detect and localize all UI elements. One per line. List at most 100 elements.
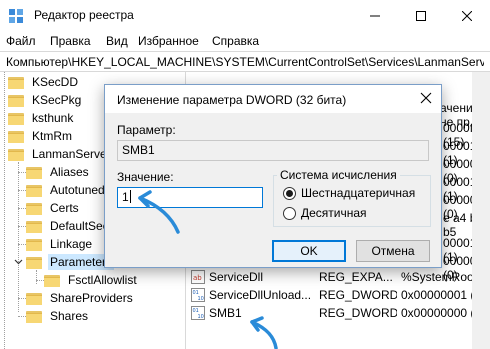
param-name-field: SMB1 bbox=[117, 140, 429, 161]
value-input-text: 1 bbox=[122, 190, 129, 204]
tree-item-shares[interactable]: Shares bbox=[26, 307, 90, 325]
folder-icon bbox=[8, 112, 24, 125]
tree-guide-line bbox=[18, 316, 26, 317]
table-row[interactable]: ab ServiceDll REG_EXPA... %SystemRoot%\ bbox=[187, 268, 490, 286]
folder-icon bbox=[26, 310, 42, 323]
ok-button-label: OK bbox=[300, 244, 318, 258]
folder-open-icon bbox=[8, 148, 24, 161]
folder-icon bbox=[8, 94, 24, 107]
tree-item-label: KSecPkg bbox=[32, 93, 82, 107]
tree-item-label: LanmanServer bbox=[32, 147, 111, 161]
tree-guide-line bbox=[18, 208, 26, 209]
chevron-down-icon[interactable] bbox=[14, 257, 23, 266]
tree-item-certs[interactable]: Certs bbox=[26, 199, 81, 217]
tree-item-ksecdd[interactable]: KSecDD bbox=[8, 73, 80, 91]
ok-button[interactable]: OK bbox=[272, 240, 346, 262]
menu-help[interactable]: Справка bbox=[212, 34, 259, 48]
radix-group-title: Система исчисления bbox=[277, 168, 400, 182]
tree-item-label: KtmRm bbox=[32, 129, 72, 143]
value-input[interactable]: 1 bbox=[117, 187, 263, 208]
maximize-icon bbox=[416, 10, 426, 21]
value-type: REG_DWORD bbox=[319, 288, 397, 302]
tree-item-linkage[interactable]: Linkage bbox=[26, 235, 94, 253]
menu-bar: Файл Правка Вид Избранное Справка bbox=[0, 31, 490, 51]
menu-file[interactable]: Файл bbox=[6, 34, 36, 48]
tree-guide-line bbox=[18, 298, 26, 299]
title-bar: Редактор реестра bbox=[0, 0, 490, 31]
tree-item-label: Linkage bbox=[50, 237, 93, 251]
minimize-button[interactable] bbox=[352, 0, 398, 31]
tree-guide-line bbox=[4, 72, 5, 349]
cancel-button-label: Отмена bbox=[371, 244, 415, 258]
text-caret bbox=[129, 190, 131, 203]
folder-icon bbox=[8, 76, 24, 89]
tree-item-fsctlallowlist[interactable]: FsctlAllowlist bbox=[44, 271, 139, 289]
folder-icon bbox=[26, 166, 42, 179]
menu-view[interactable]: Вид bbox=[106, 34, 128, 48]
tree-item-label: KSecDD bbox=[32, 75, 79, 89]
folder-open-icon bbox=[26, 256, 42, 269]
tree-item-ksthunk[interactable]: ksthunk bbox=[8, 109, 75, 127]
radio-selected-icon bbox=[283, 186, 296, 200]
tree-guide-line bbox=[18, 226, 26, 227]
menu-edit[interactable]: Правка bbox=[50, 34, 91, 48]
folder-icon bbox=[26, 202, 42, 215]
folder-icon bbox=[26, 184, 42, 197]
radio-hex-label: Шестнадцатеричная bbox=[301, 186, 416, 200]
folder-icon bbox=[8, 130, 24, 143]
close-icon bbox=[462, 10, 472, 21]
cancel-button[interactable]: Отмена bbox=[356, 240, 430, 262]
tree-guide-line bbox=[18, 190, 26, 191]
tree-guide-line bbox=[36, 270, 37, 284]
radio-hex[interactable]: Шестнадцатеричная bbox=[283, 186, 415, 200]
folder-icon bbox=[26, 238, 42, 251]
param-name-value: SMB1 bbox=[122, 143, 155, 157]
tree-item-lanmanserver[interactable]: LanmanServer bbox=[8, 145, 113, 163]
radio-decimal[interactable]: Десятичная bbox=[283, 206, 367, 220]
reg-string-icon: ab bbox=[191, 270, 205, 284]
close-button[interactable] bbox=[444, 0, 490, 31]
maximize-button[interactable] bbox=[398, 0, 444, 31]
table-row[interactable]: 01 10 ServiceDllUnload... REG_DWORD 0x00… bbox=[187, 286, 490, 304]
table-row[interactable]: 01 10 SMB1 REG_DWORD 0x00000000 (0) bbox=[187, 304, 490, 322]
regedit-icon bbox=[9, 9, 23, 23]
value-name: SMB1 bbox=[209, 306, 242, 320]
radio-decimal-label: Десятичная bbox=[301, 206, 367, 220]
dialog-body: Параметр: SMB1 Значение: 1 Система исчис… bbox=[105, 113, 441, 267]
tree-guide-line bbox=[18, 244, 26, 245]
value-name: ServiceDll bbox=[209, 270, 264, 284]
vertical-scrollbar[interactable] bbox=[472, 72, 490, 349]
menu-favorites[interactable]: Избранное bbox=[138, 34, 199, 48]
svg-text:10: 10 bbox=[198, 314, 204, 320]
tree-item-shareproviders[interactable]: ShareProviders bbox=[26, 289, 135, 307]
minimize-icon bbox=[370, 15, 380, 16]
tree-item-ksecpkg[interactable]: KSecPkg bbox=[8, 91, 83, 109]
svg-text:10: 10 bbox=[198, 296, 204, 302]
folder-icon bbox=[44, 274, 60, 287]
window-title: Редактор реестра bbox=[34, 8, 134, 22]
tree-item-label: Shares bbox=[50, 309, 89, 323]
tree-item-aliases[interactable]: Aliases bbox=[26, 163, 91, 181]
reg-binary-icon: 01 10 bbox=[191, 288, 205, 302]
edit-dword-dialog: Изменение параметра DWORD (32 бита) Пара… bbox=[104, 84, 442, 268]
tree-item-parameters[interactable]: Parameters bbox=[26, 253, 115, 271]
value-label: Значение: bbox=[117, 170, 174, 184]
close-icon[interactable] bbox=[419, 91, 433, 105]
address-bar[interactable]: Компьютер\HKEY_LOCAL_MACHINE\SYSTEM\Curr… bbox=[0, 51, 490, 72]
tree-guide-line bbox=[36, 280, 44, 281]
tree-item-label: ShareProviders bbox=[50, 291, 133, 305]
tree-item-ktmrm[interactable]: KtmRm bbox=[8, 127, 74, 145]
value-name: ServiceDllUnload... bbox=[209, 288, 312, 302]
tree-item-label: Aliases bbox=[50, 165, 89, 179]
address-path[interactable]: Компьютер\HKEY_LOCAL_MACHINE\SYSTEM\Curr… bbox=[6, 55, 484, 69]
value-type: REG_DWORD bbox=[319, 306, 397, 320]
reg-binary-icon: 01 10 bbox=[191, 306, 205, 320]
tree-item-label: FsctlAllowlist bbox=[68, 273, 137, 287]
param-label: Параметр: bbox=[117, 123, 176, 137]
folder-icon bbox=[26, 220, 42, 233]
svg-text:ab: ab bbox=[193, 274, 202, 282]
folder-icon bbox=[26, 292, 42, 305]
radio-unselected-icon bbox=[283, 206, 296, 220]
tree-guide-line bbox=[18, 162, 19, 312]
value-type: REG_EXPA... bbox=[319, 270, 393, 284]
